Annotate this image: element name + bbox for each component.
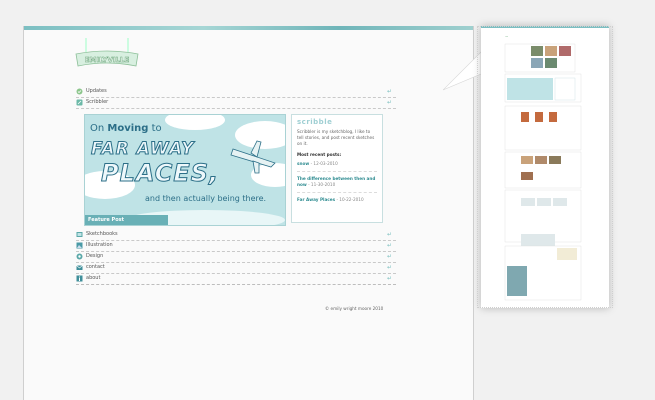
logo-text: EMILYVILLE xyxy=(85,56,130,64)
nav-label: Updates xyxy=(86,88,107,94)
nav-label: Scribbler xyxy=(86,99,109,105)
nav-label: Design xyxy=(86,253,104,259)
design-icon xyxy=(76,253,83,260)
return-arrow-icon: ↵ xyxy=(386,88,392,95)
feature-post-badge: Feature Post xyxy=(85,215,168,225)
top-decorative-bar xyxy=(24,26,473,30)
recent-post-link[interactable]: Far Away Places - 10-22-2010 xyxy=(297,197,377,207)
footer-copyright: © emily wright moore 2010 xyxy=(325,306,384,311)
sidebar-description: Scribbler is my sketchblog, I like to te… xyxy=(297,129,375,146)
about-icon xyxy=(76,275,83,282)
return-arrow-icon: ↵ xyxy=(386,231,392,238)
nav-label: contact xyxy=(86,264,105,270)
nav-item-about[interactable]: about ↵ xyxy=(76,273,396,285)
nav-label: about xyxy=(86,275,101,281)
sidebar-heading: scribble xyxy=(297,118,333,126)
feature-line-2: FAR AWAY xyxy=(90,139,195,160)
sketchbook-icon xyxy=(76,232,83,237)
recent-posts-label: Most recent posts: xyxy=(297,152,342,157)
scribbler-icon xyxy=(76,99,83,106)
return-arrow-icon: ↵ xyxy=(386,264,392,271)
return-arrow-icon: ↵ xyxy=(386,275,392,282)
recent-post-link[interactable]: The difference between then and now - 11… xyxy=(297,176,377,193)
contact-icon xyxy=(76,265,83,270)
return-arrow-icon: ↵ xyxy=(386,253,392,260)
return-arrow-icon: ↵ xyxy=(386,99,392,106)
recent-post-link[interactable]: snow - 12-03-2010 xyxy=(297,161,377,172)
nav-label: Sketchbooks xyxy=(86,231,118,237)
illustration-icon xyxy=(76,242,83,249)
feature-line-1: On Moving to xyxy=(90,123,162,134)
nav-label: Illustration xyxy=(86,242,113,248)
nav-item-scribbler[interactable]: Scribbler ↵ xyxy=(76,97,396,109)
feature-line-3: PLACES, xyxy=(100,159,220,188)
scribbler-sidebar: scribble Scribbler is my sketchblog, I l… xyxy=(291,114,383,223)
logo-banner-icon: EMILYVILLE xyxy=(75,38,139,67)
updates-icon xyxy=(76,88,83,95)
site-overview-thumbnail: ~ xyxy=(477,26,613,308)
site-logo[interactable]: EMILYVILLE xyxy=(72,38,142,72)
feature-line-4: and then actually being there. xyxy=(145,194,267,203)
return-arrow-icon: ↵ xyxy=(386,242,392,249)
thumbnail-dotted-frame xyxy=(477,26,613,308)
website-page: EMILYVILLE Updates ↵ Scribbler ↵ On Movi… xyxy=(23,26,474,400)
feature-post-banner[interactable]: On Moving to FAR AWAY PLACES, and then a… xyxy=(84,114,286,226)
